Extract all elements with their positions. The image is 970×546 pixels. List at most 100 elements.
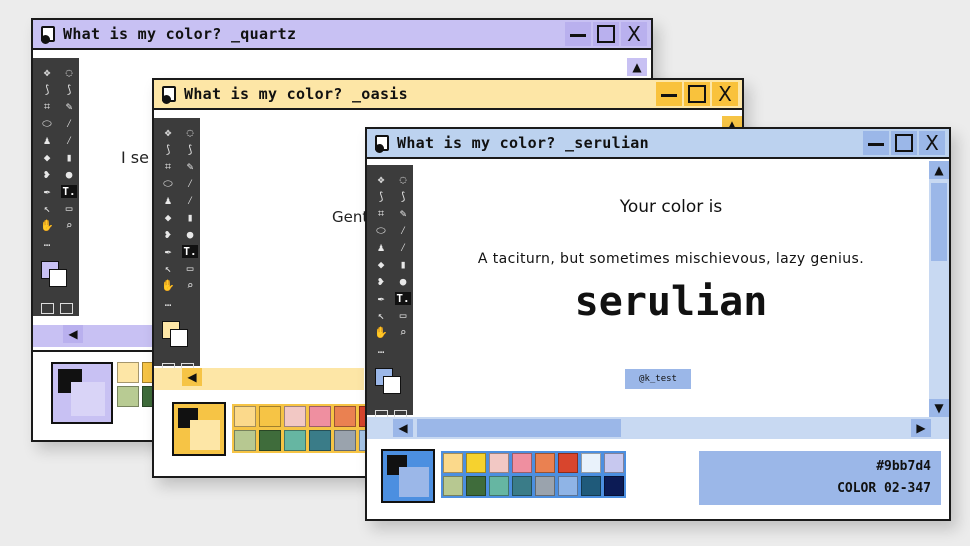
tool-button[interactable]: ✒	[39, 185, 55, 198]
close-button[interactable]: X	[919, 131, 945, 155]
tool-button[interactable]: ●	[61, 168, 77, 181]
tool-button[interactable]: ◆	[373, 258, 389, 271]
triangle-left-icon[interactable]: ◀	[63, 325, 83, 343]
tool-button[interactable]: ▮	[61, 151, 77, 164]
tool-button[interactable]: ✥	[39, 66, 55, 79]
tool-button[interactable]: ✎	[395, 207, 411, 220]
tool-button[interactable]: ⁄	[61, 134, 77, 147]
title-bar[interactable]: What is my color? _oasis X	[154, 80, 742, 110]
palette-swatch[interactable]	[512, 476, 532, 496]
tool-button[interactable]: …	[39, 236, 55, 249]
tool-button[interactable]: …	[373, 343, 389, 356]
tool-button[interactable]: ✒	[160, 245, 176, 258]
palette-swatch[interactable]	[512, 453, 532, 473]
tool-button[interactable]: T.	[61, 185, 77, 198]
palette-swatch[interactable]	[489, 476, 509, 496]
tool-button[interactable]: ●	[395, 275, 411, 288]
horizontal-scrollbar[interactable]: ◀	[154, 368, 364, 390]
tool-button[interactable]: ♟	[160, 194, 176, 207]
tool-button[interactable]: ▮	[395, 258, 411, 271]
tool-button[interactable]: ❥	[160, 228, 176, 241]
tool-button[interactable]: ⟆	[39, 83, 55, 96]
scroll-thumb[interactable]	[417, 419, 621, 437]
palette-swatch[interactable]	[558, 476, 578, 496]
palette-swatch[interactable]	[466, 476, 486, 496]
title-bar[interactable]: What is my color? _serulian X	[367, 129, 949, 159]
tool-button[interactable]: ⟆	[395, 190, 411, 203]
tool-button[interactable]	[395, 343, 411, 356]
tool-button[interactable]: ⌕	[61, 219, 77, 232]
palette-swatch[interactable]	[117, 386, 139, 407]
tool-button[interactable]: ⁄	[182, 194, 198, 207]
tool-button[interactable]: ◌	[61, 66, 77, 79]
palette-swatch[interactable]	[284, 430, 306, 451]
layers-icon[interactable]	[60, 303, 73, 314]
vertical-scrollbar[interactable]: ▲ ▼	[929, 161, 949, 417]
palette-swatch[interactable]	[581, 453, 601, 473]
triangle-up-icon[interactable]: ▲	[627, 58, 647, 76]
tool-button[interactable]: ✥	[373, 173, 389, 186]
palette-swatch[interactable]	[259, 430, 281, 451]
tool-button[interactable]: ✋	[373, 326, 389, 339]
background-swatch[interactable]	[49, 269, 67, 287]
palette-swatch[interactable]	[334, 430, 356, 451]
tool-button[interactable]: ♟	[39, 134, 55, 147]
tool-button[interactable]: ◌	[395, 173, 411, 186]
close-button[interactable]: X	[712, 82, 738, 106]
tool-button[interactable]	[182, 296, 198, 309]
tool-button[interactable]: ◆	[39, 151, 55, 164]
tool-button[interactable]	[61, 236, 77, 249]
triangle-right-icon[interactable]: ▶	[911, 419, 931, 437]
tool-button[interactable]: …	[160, 296, 176, 309]
tool-button[interactable]: ◌	[182, 126, 198, 139]
minimize-button[interactable]	[656, 82, 682, 106]
palette-swatch[interactable]	[581, 476, 601, 496]
tool-button[interactable]: ✥	[160, 126, 176, 139]
minimize-button[interactable]	[565, 22, 591, 46]
tool-button[interactable]: ✋	[39, 219, 55, 232]
tool-button[interactable]: ✒	[373, 292, 389, 305]
tool-button[interactable]: ✎	[182, 160, 198, 173]
palette-swatch[interactable]	[443, 476, 463, 496]
title-bar[interactable]: What is my color? _quartz X	[33, 20, 651, 50]
tool-button[interactable]: ⌕	[182, 279, 198, 292]
tool-button[interactable]: ↖	[39, 202, 55, 215]
tool-button[interactable]: ⌗	[160, 160, 176, 173]
tool-button[interactable]: ▭	[395, 309, 411, 322]
triangle-down-icon[interactable]: ▼	[929, 399, 949, 417]
palette-swatch[interactable]	[234, 430, 256, 451]
tool-button[interactable]: ⁄	[182, 177, 198, 190]
palette-swatch[interactable]	[334, 406, 356, 427]
tool-button[interactable]: ↖	[373, 309, 389, 322]
screen-icon[interactable]	[41, 303, 54, 314]
tool-button[interactable]: ⌕	[395, 326, 411, 339]
palette-swatch[interactable]	[309, 430, 331, 451]
tool-button[interactable]: ▮	[182, 211, 198, 224]
color-swatch[interactable]	[39, 259, 73, 293]
triangle-left-icon[interactable]: ◀	[393, 419, 413, 437]
palette-swatch[interactable]	[604, 476, 624, 496]
tool-button[interactable]: ✎	[61, 100, 77, 113]
tool-button[interactable]: ⟆	[61, 83, 77, 96]
color-swatch[interactable]	[373, 366, 407, 400]
palette-swatch[interactable]	[234, 406, 256, 427]
palette-swatch[interactable]	[309, 406, 331, 427]
tool-button[interactable]: ⁄	[61, 117, 77, 130]
tool-button[interactable]: ♟	[373, 241, 389, 254]
palette-swatch[interactable]	[117, 362, 139, 383]
palette-swatch[interactable]	[284, 406, 306, 427]
tool-button[interactable]: ⌗	[39, 100, 55, 113]
color-swatch[interactable]	[160, 319, 194, 353]
tool-button[interactable]: ❥	[373, 275, 389, 288]
palette-swatch[interactable]	[443, 453, 463, 473]
palette-swatch[interactable]	[489, 453, 509, 473]
scroll-thumb[interactable]	[931, 183, 947, 261]
tool-button[interactable]: ✋	[160, 279, 176, 292]
triangle-up-icon[interactable]: ▲	[929, 161, 949, 179]
palette-swatch[interactable]	[604, 453, 624, 473]
background-swatch[interactable]	[170, 329, 188, 347]
tool-button[interactable]: ⬭	[373, 224, 389, 237]
tool-button[interactable]: ⟆	[373, 190, 389, 203]
tool-button[interactable]: ⟆	[182, 143, 198, 156]
maximize-button[interactable]	[684, 82, 710, 106]
